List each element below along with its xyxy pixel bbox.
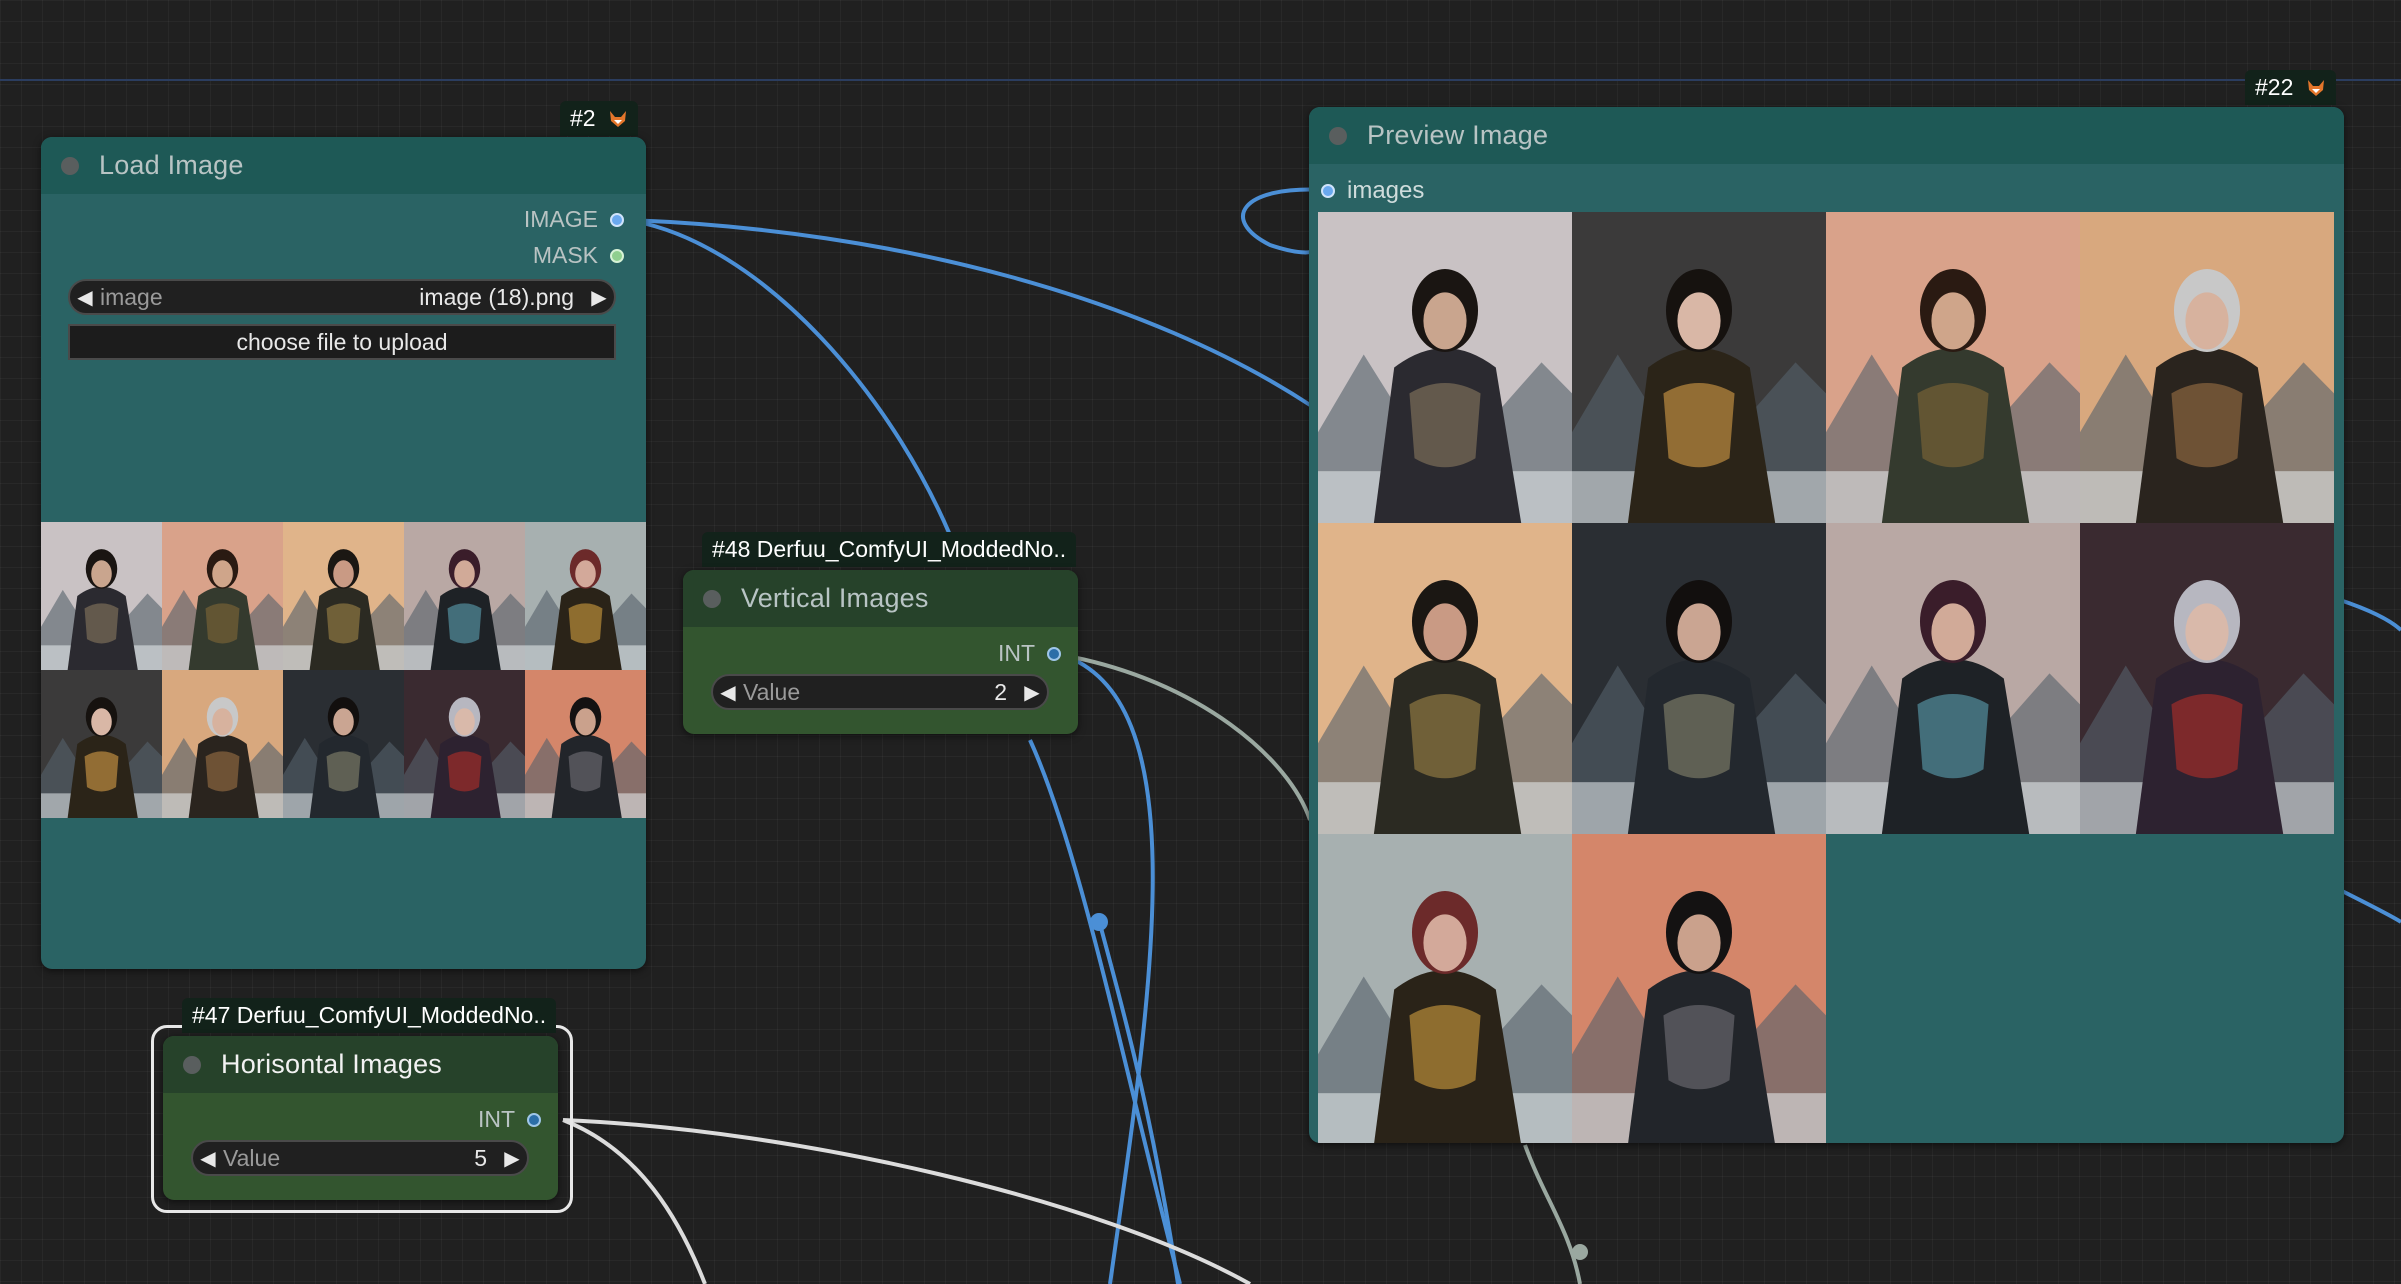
load-image-header[interactable]: Load Image [41, 137, 646, 194]
image-thumbnail[interactable] [2080, 212, 2334, 523]
output-label: INT [997, 640, 1035, 666]
collapse-dot-icon[interactable] [183, 1055, 201, 1074]
arrow-left-icon[interactable]: ◀ [70, 285, 100, 310]
image-thumbnail[interactable] [404, 522, 525, 670]
node-title: Vertical Images [741, 583, 929, 613]
image-thumbnail[interactable] [1826, 212, 2080, 523]
widget-value: 5 [474, 1144, 487, 1171]
node-badge-load-image: #2 [560, 101, 638, 136]
image-thumbnail[interactable] [1572, 523, 1826, 834]
image-thumbnail[interactable] [41, 522, 162, 670]
horizontal-images-node[interactable]: Horisontal Images INT ◀ Value 5 ▶ [163, 1036, 558, 1200]
value-widget[interactable]: ◀ Value 5 ▶ [191, 1140, 529, 1176]
widget-value: image (18).png [419, 283, 574, 310]
preview-image-grid [1318, 212, 2334, 1143]
widget-value: 2 [994, 678, 1007, 705]
image-thumbnail[interactable] [1572, 834, 1826, 1143]
image-thumbnail[interactable] [41, 670, 162, 818]
input-label: images [1347, 177, 1425, 204]
image-thumbnail[interactable] [1572, 212, 1826, 523]
arrow-right-icon[interactable]: ▶ [584, 285, 614, 310]
image-thumbnail[interactable] [283, 522, 404, 670]
collapse-dot-icon[interactable] [1329, 126, 1347, 145]
output-image[interactable]: IMAGE [524, 206, 624, 233]
image-thumbnail[interactable] [1318, 523, 1572, 834]
load-image-preview-grid [41, 522, 646, 818]
preview-image-node[interactable]: Preview Image images [1309, 107, 2344, 1143]
output-int[interactable]: INT [478, 1106, 541, 1133]
node-badge-preview: #22 [2245, 70, 2336, 105]
node-title: Preview Image [1367, 120, 1549, 150]
vertical-images-node[interactable]: Vertical Images INT ◀ Value 2 ▶ [683, 570, 1078, 734]
arrow-left-icon[interactable]: ◀ [713, 680, 743, 705]
arrow-right-icon[interactable]: ▶ [1017, 680, 1047, 705]
horizontal-images-header[interactable]: Horisontal Images [163, 1036, 558, 1093]
image-thumbnail[interactable] [525, 522, 646, 670]
collapse-dot-icon[interactable] [61, 156, 79, 175]
image-combo-widget[interactable]: ◀ image image (18).png ▶ [68, 279, 616, 315]
arrow-left-icon[interactable]: ◀ [193, 1146, 223, 1171]
node-badge-horizontal: #47 Derfuu_ComfyUI_ModdedNo.. [182, 998, 557, 1033]
image-thumbnail[interactable] [1318, 834, 1572, 1143]
output-mask[interactable]: MASK [533, 242, 624, 269]
load-image-node[interactable]: Load Image IMAGE MASK ◀ image image (18)… [41, 137, 646, 969]
widget-label: Value [743, 678, 801, 705]
node-badge-vertical: #48 Derfuu_ComfyUI_ModdedNo.. [702, 532, 1077, 567]
image-thumbnail[interactable] [1826, 523, 2080, 834]
output-label: INT [477, 1106, 515, 1132]
output-slot-icon[interactable] [610, 248, 624, 263]
output-slot-icon[interactable] [1047, 646, 1061, 661]
widget-label: image [100, 283, 163, 310]
image-thumbnail[interactable] [2080, 523, 2334, 834]
upload-button[interactable]: choose file to upload [68, 324, 616, 360]
arrow-right-icon[interactable]: ▶ [497, 1146, 527, 1171]
output-label: MASK [532, 242, 598, 268]
value-widget[interactable]: ◀ Value 2 ▶ [711, 674, 1049, 710]
fox-icon [2307, 80, 2324, 96]
collapse-dot-icon[interactable] [703, 589, 721, 608]
fox-icon [609, 111, 626, 127]
vertical-images-header[interactable]: Vertical Images [683, 570, 1078, 627]
node-title: Horisontal Images [221, 1049, 442, 1079]
preview-image-header[interactable]: Preview Image [1309, 107, 2344, 164]
image-thumbnail[interactable] [404, 670, 525, 818]
widget-label: Value [223, 1144, 281, 1171]
image-thumbnail[interactable] [162, 670, 283, 818]
image-thumbnail[interactable] [283, 670, 404, 818]
output-slot-icon[interactable] [610, 212, 624, 227]
output-slot-icon[interactable] [527, 1112, 541, 1127]
image-thumbnail[interactable] [1318, 212, 1572, 523]
node-title: Load Image [99, 150, 244, 180]
image-thumbnail[interactable] [525, 670, 646, 818]
output-int[interactable]: INT [998, 640, 1061, 667]
image-thumbnail[interactable] [162, 522, 283, 670]
output-label: IMAGE [523, 206, 598, 232]
input-slot-icon[interactable] [1321, 184, 1335, 198]
input-images[interactable]: images [1321, 177, 1424, 205]
